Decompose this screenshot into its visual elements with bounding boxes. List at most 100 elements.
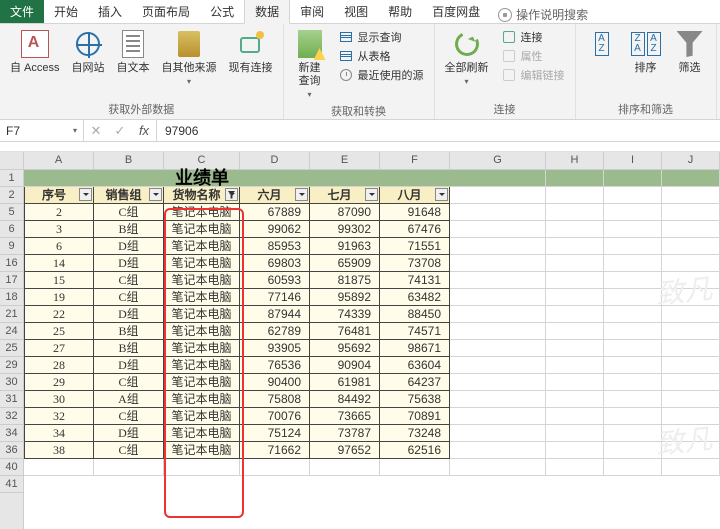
cell[interactable] [450,255,546,272]
cell[interactable] [604,357,662,374]
col-header[interactable]: A [24,152,94,170]
cell[interactable] [662,340,720,357]
data-cell[interactable]: 74339 [310,306,380,323]
cell[interactable] [546,289,604,306]
recent-sources-button[interactable]: 最近使用的源 [334,66,428,84]
data-cell[interactable]: 77146 [240,289,310,306]
data-cell[interactable]: 70891 [380,408,450,425]
cell[interactable] [604,340,662,357]
spreadsheet-grid[interactable]: 125691617182124252930313234364041 ABCDEF… [0,152,720,529]
col-header[interactable]: J [662,152,720,170]
row-header[interactable]: 40 [0,459,23,476]
data-cell[interactable]: 91963 [310,238,380,255]
data-cell[interactable]: 75808 [240,391,310,408]
cell[interactable] [662,238,720,255]
cell[interactable] [546,442,604,459]
filter-dropdown[interactable] [149,188,162,201]
data-cell[interactable]: 笔记本电脑 [164,391,240,408]
new-query-button[interactable]: 新建 查询▾ [290,26,330,102]
cell[interactable] [546,323,604,340]
data-cell[interactable]: 99062 [240,221,310,238]
cell[interactable] [450,459,546,476]
refresh-all-button[interactable]: 全部刷新▾ [441,26,493,89]
row-header[interactable]: 41 [0,476,23,493]
data-cell[interactable]: 70076 [240,408,310,425]
data-cell[interactable]: 笔记本电脑 [164,340,240,357]
data-cell[interactable]: 98671 [380,340,450,357]
cell[interactable] [604,323,662,340]
cell[interactable] [604,204,662,221]
cell[interactable] [546,238,604,255]
data-cell[interactable]: B组 [94,340,164,357]
data-cell[interactable]: 95892 [310,289,380,306]
data-cell[interactable]: 91648 [380,204,450,221]
filter-dropdown[interactable] [225,188,238,201]
row-header[interactable]: 21 [0,306,23,323]
data-cell[interactable]: 81875 [310,272,380,289]
cell[interactable] [604,408,662,425]
sort-asc-button[interactable]: AZ [582,26,622,62]
col-header[interactable]: G [450,152,546,170]
data-cell[interactable]: 69803 [240,255,310,272]
from-access-button[interactable]: 自 Access [6,26,64,77]
cell[interactable] [546,306,604,323]
accept-formula-button[interactable]: ✓ [108,123,132,139]
row-header[interactable]: 30 [0,374,23,391]
cell[interactable] [604,170,662,187]
data-cell[interactable]: 61981 [310,374,380,391]
data-cell[interactable]: 笔记本电脑 [164,425,240,442]
data-cell[interactable]: 93905 [240,340,310,357]
data-cell[interactable]: A组 [94,391,164,408]
data-cell[interactable]: 87944 [240,306,310,323]
tab-insert[interactable]: 插入 [88,0,132,23]
data-cell[interactable]: 2 [24,204,94,221]
data-cell[interactable]: 73665 [310,408,380,425]
tab-help[interactable]: 帮助 [378,0,422,23]
tell-me[interactable]: 操作说明搜索 [490,6,596,23]
cell[interactable] [662,204,720,221]
cell[interactable] [450,221,546,238]
from-text-button[interactable]: 自文本 [113,26,154,77]
row-header[interactable]: 32 [0,408,23,425]
cell[interactable] [662,408,720,425]
cell[interactable] [662,425,720,442]
data-cell[interactable]: 32 [24,408,94,425]
col-header[interactable]: B [94,152,164,170]
data-cell[interactable]: 22 [24,306,94,323]
data-cell[interactable]: D组 [94,306,164,323]
cell[interactable] [450,272,546,289]
cell[interactable] [604,425,662,442]
cell[interactable] [604,391,662,408]
cell[interactable] [662,255,720,272]
data-cell[interactable]: 76536 [240,357,310,374]
cell[interactable] [546,340,604,357]
table-header[interactable]: 七月 [310,187,380,204]
data-cell[interactable]: 28 [24,357,94,374]
data-cell[interactable]: 19 [24,289,94,306]
table-header[interactable]: 销售组 [94,187,164,204]
cell[interactable] [604,306,662,323]
data-cell[interactable]: D组 [94,425,164,442]
row-header[interactable]: 29 [0,357,23,374]
data-cell[interactable]: 笔记本电脑 [164,306,240,323]
data-cell[interactable]: C组 [94,374,164,391]
title-cell[interactable] [24,170,94,187]
cell[interactable] [310,459,380,476]
cell[interactable] [450,442,546,459]
data-cell[interactable]: 笔记本电脑 [164,221,240,238]
data-cell[interactable]: 笔记本电脑 [164,204,240,221]
cell[interactable] [546,408,604,425]
data-cell[interactable]: 71551 [380,238,450,255]
existing-conn-button[interactable]: 现有连接 [225,26,277,77]
cancel-formula-button[interactable]: ✕ [84,123,108,139]
fx-button[interactable]: fx [132,123,156,138]
cell[interactable] [450,306,546,323]
formula-input[interactable]: 97906 [157,120,720,141]
data-cell[interactable]: 73708 [380,255,450,272]
cell[interactable] [546,357,604,374]
tab-view[interactable]: 视图 [334,0,378,23]
cell[interactable] [546,425,604,442]
data-cell[interactable]: 38 [24,442,94,459]
data-cell[interactable]: C组 [94,408,164,425]
data-cell[interactable]: 95692 [310,340,380,357]
